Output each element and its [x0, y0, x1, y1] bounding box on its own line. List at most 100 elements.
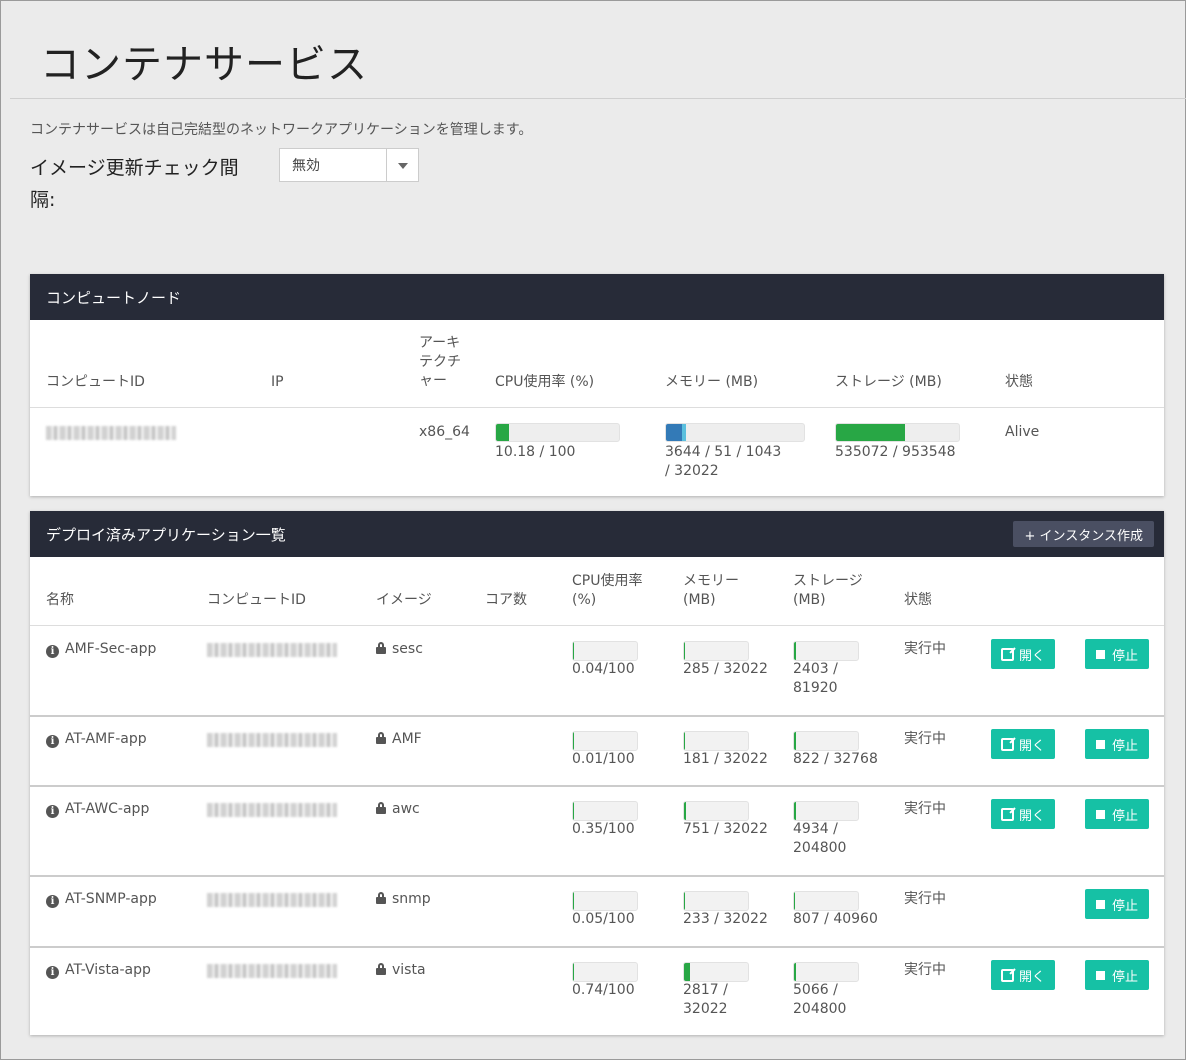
app-name-cell: i AT-Vista-app: [46, 961, 151, 980]
open-button[interactable]: 開く: [991, 639, 1055, 669]
app-status: 実行中: [904, 641, 946, 657]
row-divider: [30, 946, 1164, 948]
app-cpu-text: 0.35/100: [572, 821, 635, 837]
app-storage-fill: [794, 963, 796, 981]
app-memory-bar: [683, 641, 749, 661]
lock-icon: [376, 963, 386, 975]
app-memory-fill: [684, 802, 686, 820]
app-name: AMF-Sec-app: [65, 641, 157, 657]
external-link-icon: [1000, 647, 1014, 661]
info-icon[interactable]: i: [46, 895, 59, 908]
app-storage-bar: [793, 731, 859, 751]
col-cpu: CPU使用率 (%): [495, 374, 595, 390]
app-image-cell: vista: [376, 961, 426, 980]
col-status: 状態: [1005, 374, 1033, 390]
app-cpu-text: 0.05/100: [572, 911, 635, 927]
app-cpu-text: 0.74/100: [572, 982, 635, 998]
app-image-cell: AMF: [376, 730, 422, 749]
app-status: 実行中: [904, 891, 946, 907]
apps-panel-header: デプロイ済みアプリケーション一覧 + インスタンス作成: [30, 511, 1164, 557]
external-link-icon: [1000, 968, 1014, 982]
app-name: AT-Vista-app: [65, 962, 151, 978]
col-storage: ストレージ (MB): [835, 374, 942, 390]
app-storage-bar: [793, 801, 859, 821]
row-divider: [30, 715, 1164, 717]
create-instance-button[interactable]: + インスタンス作成: [1013, 521, 1154, 547]
stop-label: 停止: [1111, 969, 1138, 985]
app-cpu-text: 0.01/100: [572, 751, 635, 767]
app-image: awc: [392, 801, 420, 817]
header-divider: [30, 625, 1164, 626]
col-app-status: 状態: [904, 592, 932, 608]
stop-icon: [1095, 649, 1105, 659]
open-label: 開く: [1018, 969, 1045, 985]
app-name: AT-AWC-app: [65, 801, 150, 817]
app-memory-fill: [684, 642, 685, 660]
col-name: 名称: [46, 592, 74, 608]
open-button[interactable]: 開く: [991, 799, 1055, 829]
header-divider: [30, 407, 1164, 408]
app-image-cell: sesc: [376, 640, 423, 659]
app-cpu-bar: [572, 731, 638, 751]
info-icon[interactable]: i: [46, 645, 59, 658]
lock-icon: [376, 802, 386, 814]
info-icon[interactable]: i: [46, 805, 59, 818]
col-image: イメージ: [376, 592, 432, 608]
app-memory-fill: [684, 892, 685, 910]
app-storage-text: 822 / 32768: [793, 751, 878, 767]
stop-button[interactable]: 停止: [1085, 960, 1149, 990]
info-icon[interactable]: i: [46, 735, 59, 748]
stop-label: 停止: [1111, 738, 1138, 754]
redacted-compute-id: [207, 803, 337, 817]
app-memory-bar: [683, 891, 749, 911]
col-app-memory: メモリー (MB): [683, 573, 739, 608]
compute-node-panel: コンピュートノード コンピュートID IP アーキテクチャー CPU使用率 (%…: [30, 274, 1164, 496]
app-image: AMF: [392, 731, 422, 747]
app-name-cell: i AMF-Sec-app: [46, 640, 156, 659]
col-app-compute-id: コンピュートID: [207, 592, 306, 608]
chevron-down-icon[interactable]: [386, 149, 418, 181]
col-compute-id: コンピュートID: [46, 374, 145, 390]
app-status: 実行中: [904, 801, 946, 817]
stop-icon: [1095, 739, 1105, 749]
open-button[interactable]: 開く: [991, 729, 1055, 759]
app-cpu-fill: [573, 732, 574, 750]
open-button[interactable]: 開く: [991, 960, 1055, 990]
open-label: 開く: [1018, 648, 1045, 664]
app-name: AT-SNMP-app: [65, 891, 157, 907]
redacted-compute-id: [207, 733, 337, 747]
page-title: コンテナサービス: [40, 42, 368, 88]
app-name-cell: i AT-AWC-app: [46, 800, 149, 819]
col-ip: IP: [271, 374, 284, 390]
app-storage-fill: [794, 802, 796, 820]
interval-select[interactable]: 無効: [279, 148, 419, 182]
apps-panel-title: デプロイ済みアプリケーション一覧: [46, 525, 286, 544]
node-memory-buffer-fill: [681, 424, 687, 441]
app-cpu-bar: [572, 962, 638, 982]
app-status: 実行中: [904, 962, 946, 978]
deployed-apps-panel: デプロイ済みアプリケーション一覧 + インスタンス作成 名称 コンピュートID …: [30, 511, 1164, 1035]
app-cpu-bar: [572, 641, 638, 661]
app-storage-bar: [793, 962, 859, 982]
node-status: Alive: [1005, 424, 1040, 440]
node-cpu-fill: [496, 424, 509, 441]
stop-button[interactable]: 停止: [1085, 799, 1149, 829]
app-name-cell: i AT-AMF-app: [46, 730, 147, 749]
info-icon[interactable]: i: [46, 966, 59, 979]
node-storage-text: 535072 / 953548: [835, 444, 956, 460]
title-divider: [10, 98, 1186, 99]
app-name: AT-AMF-app: [65, 731, 147, 747]
stop-label: 停止: [1111, 648, 1138, 664]
app-cpu-fill: [573, 802, 574, 820]
app-cpu-text: 0.04/100: [572, 661, 635, 677]
stop-button[interactable]: 停止: [1085, 729, 1149, 759]
stop-button[interactable]: 停止: [1085, 639, 1149, 669]
app-cpu-fill: [573, 963, 574, 981]
stop-button[interactable]: 停止: [1085, 889, 1149, 919]
stop-icon: [1095, 970, 1105, 980]
app-cpu-fill: [573, 892, 574, 910]
stop-label: 停止: [1111, 898, 1138, 914]
app-cpu-fill: [573, 642, 574, 660]
stop-icon: [1095, 809, 1105, 819]
app-image-cell: snmp: [376, 890, 431, 909]
